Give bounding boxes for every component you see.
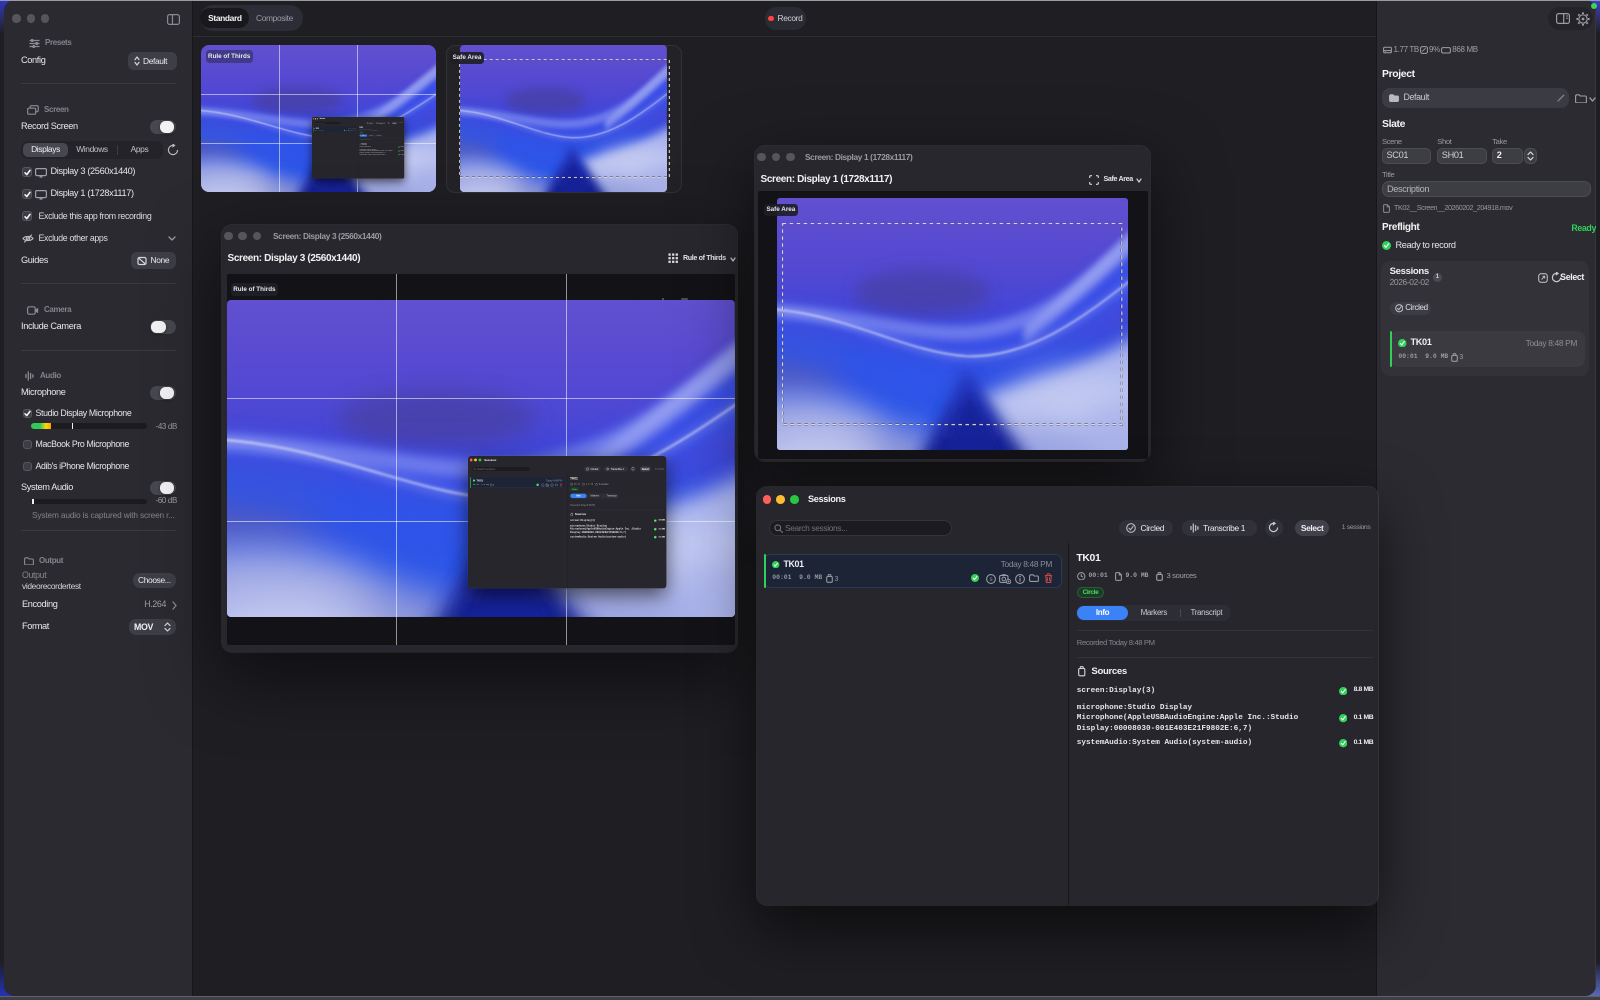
svg-text:s: s bbox=[989, 576, 992, 583]
